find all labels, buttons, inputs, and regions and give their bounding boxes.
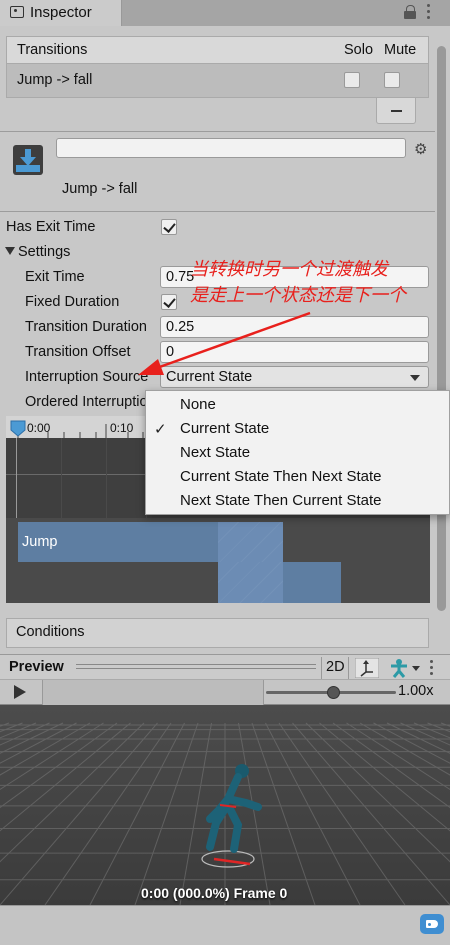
transition-title: Jump -> fall	[62, 181, 138, 197]
settings-foldout-label[interactable]: Settings	[18, 244, 70, 260]
annotation-arrow	[138, 311, 311, 375]
preview-more-icon[interactable]	[430, 660, 434, 676]
transition-name-input[interactable]	[56, 138, 406, 158]
menu-item-next-then-current[interactable]: Next State Then Current State	[180, 492, 382, 509]
menu-item-none[interactable]: None	[180, 396, 216, 413]
transition-blend-region[interactable]	[218, 522, 283, 562]
conditions-header: Conditions	[6, 618, 429, 648]
transition-blend-region	[218, 562, 283, 603]
menu-item-current-then-next[interactable]: Current State Then Next State	[180, 468, 382, 485]
transitions-header: Transitions Solo Mute	[6, 36, 429, 64]
frame-info: 0:00 (000.0%) Frame 0	[141, 885, 288, 901]
tab-inspector[interactable]: Inspector	[0, 0, 122, 26]
transition-row-label: Jump -> fall	[17, 72, 93, 88]
preview-controls: 1.00x	[0, 680, 450, 705]
preview-viewport[interactable]: 0:00 (000.0%) Frame 0	[0, 705, 450, 905]
preview-timeline[interactable]	[42, 680, 264, 705]
mode-2d-button[interactable]: 2D	[321, 657, 349, 679]
menu-item-current-state[interactable]: Current State	[180, 420, 269, 437]
interruption-source-menu: None ✓ Current State Next State Current …	[145, 390, 450, 515]
divider	[0, 211, 436, 212]
lock-icon[interactable]	[404, 5, 416, 19]
transition-offset-label: Transition Offset	[25, 344, 131, 360]
asset-label-icon[interactable]	[420, 914, 444, 934]
play-icon[interactable]	[13, 685, 27, 699]
speed-slider[interactable]	[266, 686, 396, 699]
chevron-down-icon	[410, 375, 420, 381]
preview-title: Preview	[9, 659, 64, 675]
gear-icon[interactable]: ⚙	[414, 140, 427, 158]
inspector-scrollbar[interactable]	[435, 30, 449, 645]
transition-row[interactable]: Jump -> fall	[6, 64, 429, 98]
speed-slider-knob[interactable]	[326, 686, 340, 699]
annotation-line-2: 是走上一个状态还是下一个	[190, 285, 406, 305]
settings-foldout-icon[interactable]	[5, 247, 15, 255]
divider	[0, 131, 436, 132]
transition-icon	[13, 145, 43, 175]
ordered-interruption-label: Ordered Interruption	[25, 394, 145, 410]
mute-column-label: Mute	[384, 42, 417, 58]
exit-time-label: Exit Time	[25, 269, 85, 285]
tab-inspector-label: Inspector	[30, 4, 92, 21]
conditions-label: Conditions	[16, 624, 85, 640]
speed-label: 1.00x	[398, 683, 434, 699]
preview-drag-handle[interactable]	[76, 664, 316, 669]
clip-label-jump: Jump	[22, 534, 58, 550]
transitions-header-label: Transitions	[17, 42, 88, 58]
minus-icon	[391, 110, 402, 112]
checkmark-icon: ✓	[154, 421, 167, 438]
scrollbar-thumb[interactable]	[437, 46, 446, 611]
menu-item-next-state[interactable]: Next State	[180, 444, 250, 461]
timeline-start-marker-icon[interactable]	[9, 420, 27, 438]
avatar-icon[interactable]	[388, 658, 426, 678]
character-model	[201, 764, 262, 868]
more-options-icon[interactable]	[427, 4, 431, 22]
solo-column-label: Solo	[344, 42, 374, 58]
fixed-duration-label: Fixed Duration	[25, 294, 120, 310]
preview-header: Preview 2D	[0, 654, 450, 680]
mute-checkbox[interactable]	[384, 72, 400, 88]
mode-2d-label: 2D	[326, 659, 345, 675]
annotation-line-1: 当转换时另一个过渡触发	[190, 259, 388, 279]
inspector-footer	[0, 905, 450, 945]
inspector-icon	[10, 6, 24, 18]
pivot-icon[interactable]	[355, 658, 379, 678]
has-exit-time-checkbox[interactable]	[161, 219, 177, 235]
solo-checkbox[interactable]	[344, 72, 360, 88]
has-exit-time-label: Has Exit Time	[6, 219, 96, 235]
remove-transition-button[interactable]	[376, 98, 416, 124]
